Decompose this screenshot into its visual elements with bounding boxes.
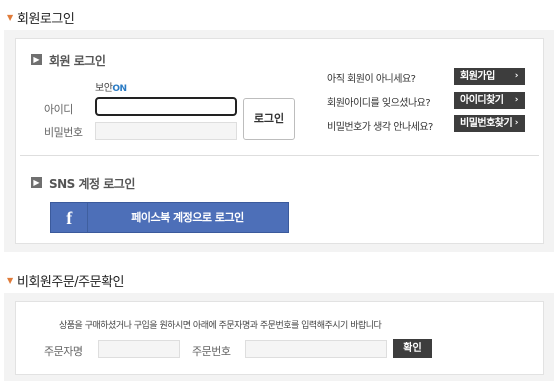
guest-order-heading: 비회원주문/주문확인 — [17, 275, 125, 290]
facebook-icon: f — [51, 203, 88, 232]
security-status: ON — [112, 84, 127, 94]
id-label: 아이디 — [44, 103, 73, 116]
arrow-square-icon: ▶ — [31, 177, 42, 188]
chevron-right-icon: › — [514, 95, 519, 105]
find-id-button-label: 아이디찾기 — [460, 95, 504, 106]
guest-order-box — [15, 301, 544, 375]
guest-order-guide: 상품을 구매하셨거나 구입을 원하시면 아래에 주문자명과 주문번호를 입력해주… — [59, 321, 382, 331]
guest-order-panel — [4, 293, 554, 381]
security-label: 보안ON — [95, 79, 127, 94]
password-input[interactable] — [95, 122, 237, 140]
order-number-input[interactable] — [245, 340, 387, 358]
join-button[interactable]: 회원가입 › — [454, 68, 525, 85]
member-login-title: 회원 로그인 — [49, 54, 106, 68]
divider — [20, 155, 539, 156]
password-label: 비밀번호 — [44, 126, 83, 139]
security-label-text: 보안 — [95, 83, 113, 94]
find-password-button-label: 비밀번호찾기 — [460, 118, 513, 129]
caret-down-icon: ▼ — [7, 276, 14, 285]
facebook-login-label: 페이스북 계정으로 로그인 — [131, 211, 244, 224]
sns-login-title: SNS 계정 로그인 — [49, 177, 135, 191]
caret-down-icon: ▼ — [7, 13, 14, 22]
chevron-right-icon: › — [514, 71, 519, 81]
confirm-button[interactable]: 확인 — [393, 339, 432, 358]
join-button-label: 회원가입 — [460, 71, 495, 82]
login-button[interactable]: 로그인 — [243, 98, 295, 140]
facebook-login-button[interactable]: f 페이스북 계정으로 로그인 — [50, 202, 289, 233]
member-login-heading: 회원로그인 — [17, 12, 75, 27]
orderer-input[interactable] — [98, 340, 180, 358]
chevron-right-icon: › — [514, 118, 519, 128]
order-number-label: 주문번호 — [192, 345, 231, 358]
join-question: 아직 회원이 아니세요? — [327, 74, 416, 85]
arrow-square-icon: ▶ — [31, 54, 42, 65]
find-password-button[interactable]: 비밀번호찾기 › — [454, 115, 525, 132]
orderer-label: 주문자명 — [44, 345, 83, 358]
find-id-question: 회원아이디를 잊으셨나요? — [327, 98, 431, 109]
find-password-question: 비밀번호가 생각 안나세요? — [327, 122, 433, 133]
id-input[interactable] — [95, 97, 237, 116]
find-id-button[interactable]: 아이디찾기 › — [454, 92, 525, 109]
